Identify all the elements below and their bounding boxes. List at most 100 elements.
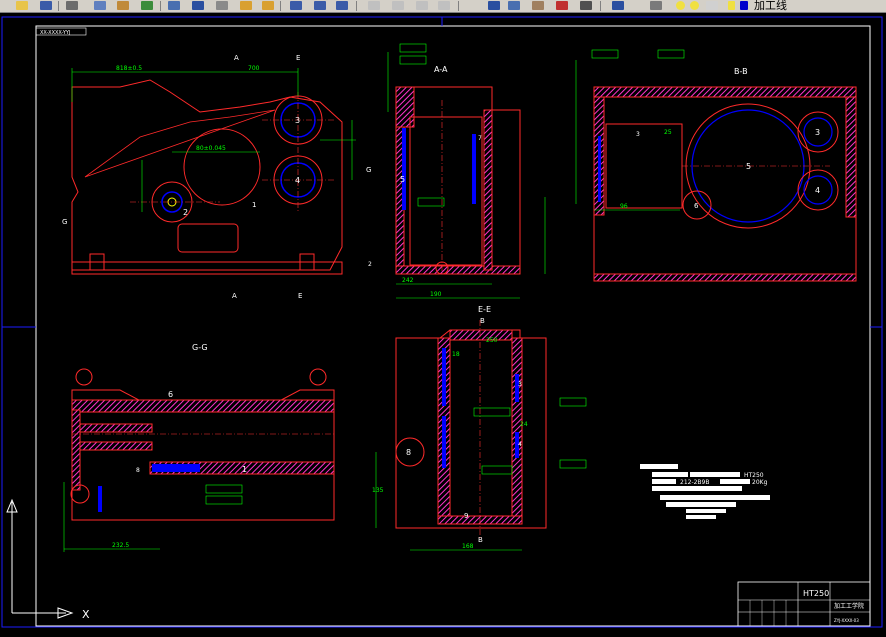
- dim-text: 24: [520, 421, 528, 428]
- match-icon[interactable]: [216, 1, 228, 10]
- title-block-drawing-no: ZYJ-XXXX-03: [834, 618, 859, 623]
- ee-outline: [395, 329, 547, 529]
- callout: 3: [815, 128, 820, 137]
- layer-manager-icon[interactable]: [532, 1, 544, 10]
- aa-bore: [402, 128, 406, 210]
- toolbar-separator: [58, 1, 59, 11]
- gdt-frame: [473, 407, 511, 417]
- publish-icon[interactable]: [117, 1, 129, 10]
- callout: 1: [242, 465, 247, 474]
- section-gg: G-G 232.5 6 1 8: [63, 343, 335, 552]
- callout: 4: [815, 186, 820, 195]
- callout: 6: [694, 202, 699, 210]
- aa-hatch-top: [395, 86, 415, 128]
- callout: 6: [168, 390, 173, 399]
- paste-icon[interactable]: [192, 1, 204, 10]
- callout: 9: [464, 512, 468, 520]
- layer-swatch-icon[interactable]: [740, 1, 748, 10]
- toolpalette-icon[interactable]: [438, 1, 450, 10]
- redo-icon[interactable]: [262, 1, 274, 10]
- callout: 3: [636, 131, 640, 138]
- undo-icon[interactable]: [240, 1, 252, 10]
- ee-bore: [442, 348, 446, 406]
- note-bar: [652, 486, 742, 491]
- dim-text: 242: [402, 277, 414, 284]
- technical-notes: HT250 212-2B9B 20Kg: [640, 464, 770, 519]
- pan-icon[interactable]: [290, 1, 302, 10]
- layer-state-icon[interactable]: [556, 1, 568, 10]
- callout: 8: [136, 467, 140, 474]
- dim-text: 232.5: [112, 542, 129, 549]
- section-marker: A: [232, 292, 237, 300]
- title-block-school: 加工工学院: [834, 602, 864, 610]
- layer-color-icon[interactable]: [728, 1, 735, 10]
- callout: 5: [746, 162, 751, 171]
- print-icon[interactable]: [66, 1, 78, 10]
- cut-icon[interactable]: [141, 1, 153, 10]
- note-bar: [666, 502, 736, 507]
- gdt-frame: [481, 465, 513, 475]
- aa-bore: [472, 134, 476, 204]
- zoom-window-icon[interactable]: [336, 1, 348, 10]
- main-view-base: [71, 261, 343, 275]
- gg-hatch-row: [71, 441, 153, 451]
- bb-outline: [593, 86, 857, 282]
- corner-label: XX-XXXX-YYJ: [40, 30, 70, 36]
- ee-hatch-top: [449, 329, 513, 341]
- callout: 4: [295, 176, 300, 185]
- toolbar-separator: [160, 1, 161, 11]
- bb-shaft: [605, 123, 683, 209]
- main-view-outline: [71, 79, 343, 271]
- ee-hatch-right: [511, 337, 523, 525]
- dim-text: 818±0.5: [116, 65, 142, 72]
- help-icon[interactable]: [508, 1, 520, 10]
- drawing-canvas[interactable]: XX-XXXX-YYJ 818±0.5 700 80±0.045 A E A E…: [0, 12, 886, 633]
- properties-icon[interactable]: [392, 1, 404, 10]
- sun-icon[interactable]: [690, 1, 699, 10]
- note-tolerance: 212-2B9B: [680, 479, 709, 486]
- main-view: 818±0.5 700 80±0.045 A E A E G G 3 4 2 1: [62, 54, 371, 300]
- zoom-realtime-icon[interactable]: [314, 1, 326, 10]
- preview-icon[interactable]: [94, 1, 106, 10]
- gg-hatch-top: [71, 399, 335, 413]
- dim-text: 18: [452, 351, 460, 358]
- help-button-icon[interactable]: [612, 1, 624, 10]
- dim-text: 190: [430, 291, 442, 298]
- aa-inner: [409, 116, 483, 266]
- note-bar: [690, 472, 740, 477]
- title-block-material: HT250: [803, 589, 829, 598]
- dim-text: 700: [248, 65, 260, 72]
- section-marker: B: [480, 317, 485, 325]
- open-icon[interactable]: [16, 1, 28, 10]
- note-bar: [686, 509, 726, 513]
- view-title: A-A: [434, 65, 448, 74]
- aa-outline: [395, 86, 521, 275]
- note-weight: 20Kg: [752, 479, 768, 486]
- callout: 1: [252, 201, 256, 209]
- bb-bore: [598, 136, 601, 202]
- save-icon[interactable]: [40, 1, 52, 10]
- gdt-frame: [559, 397, 587, 407]
- gg-hatch-left: [71, 409, 81, 491]
- section-marker: A: [234, 54, 239, 62]
- grid-icon[interactable]: [580, 1, 592, 10]
- layers-icon[interactable]: [650, 1, 662, 10]
- bb-hatch-bottom: [593, 273, 857, 282]
- zoom-previous-icon[interactable]: [368, 1, 380, 10]
- dim-text: 168: [462, 543, 474, 550]
- copy-icon[interactable]: [168, 1, 180, 10]
- view-title: G-G: [192, 343, 208, 352]
- calculator-icon[interactable]: [488, 1, 500, 10]
- designcenter-icon[interactable]: [416, 1, 428, 10]
- callout: 5: [400, 175, 405, 184]
- bulb-icon[interactable]: [676, 1, 685, 10]
- note-bar: [652, 479, 676, 484]
- lock-icon[interactable]: [706, 1, 718, 10]
- callout: 2: [183, 208, 188, 217]
- toolbar-separator: [280, 1, 281, 11]
- bb-hatch-top: [593, 86, 857, 98]
- section-marker: E: [296, 54, 300, 62]
- drawing-svg: XX-XXXX-YYJ 818±0.5 700 80±0.045 A E A E…: [1, 16, 883, 628]
- callout: 3: [518, 381, 522, 388]
- callout: 7: [478, 135, 482, 142]
